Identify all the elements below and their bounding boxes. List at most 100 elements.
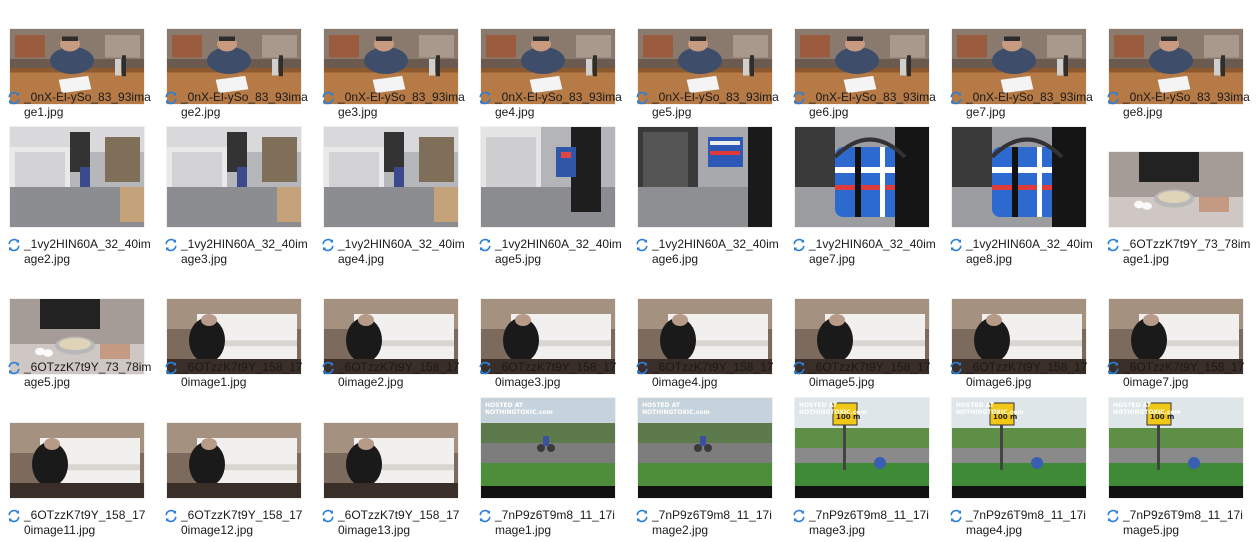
- file-name[interactable]: _1vy2HIN60A_32_40image8.jpg: [966, 237, 1094, 267]
- file-name[interactable]: _7nP9z6T9m8_11_17image4.jpg: [966, 508, 1094, 538]
- file-caption: _0nX-El-ySo_83_93image6.jpg: [791, 90, 937, 120]
- file-name[interactable]: _0nX-El-ySo_83_93image2.jpg: [181, 90, 309, 120]
- file-name[interactable]: _0nX-El-ySo_83_93image1.jpg: [24, 90, 152, 120]
- file-item[interactable]: _6OTzzK7t9Y_158_170image3.jpg: [473, 274, 623, 414]
- file-name[interactable]: _6OTzzK7t9Y_158_170image6.jpg: [966, 360, 1094, 390]
- file-item[interactable]: _1vy2HIN60A_32_40image3.jpg: [159, 127, 309, 267]
- file-item[interactable]: _6OTzzK7t9Y_73_78image1.jpg: [1101, 127, 1251, 267]
- file-name[interactable]: _6OTzzK7t9Y_158_170image12.jpg: [181, 508, 309, 538]
- file-item[interactable]: _1vy2HIN60A_32_40image7.jpg: [787, 127, 937, 267]
- file-name[interactable]: _7nP9z6T9m8_11_17image2.jpg: [652, 508, 780, 538]
- file-item[interactable]: _6OTzzK7t9Y_158_170image4.jpg: [630, 274, 780, 414]
- file-item[interactable]: _6OTzzK7t9Y_158_170image11.jpg: [2, 398, 152, 538]
- file-caption: _6OTzzK7t9Y_158_170image2.jpg: [320, 360, 466, 390]
- svg-text:HOSTED AT: HOSTED AT: [956, 402, 995, 409]
- file-caption: _1vy2HIN60A_32_40image3.jpg: [163, 237, 309, 267]
- file-caption: _0nX-El-ySo_83_93image4.jpg: [477, 90, 623, 120]
- file-item[interactable]: 100 m HOSTED AT NOTHINGTOXIC.com _7nP9z6…: [787, 398, 937, 538]
- file-name[interactable]: _0nX-El-ySo_83_93image4.jpg: [495, 90, 623, 120]
- file-grid: _0nX-El-ySo_83_93image1.jpg _0nX-El-ySo_…: [0, 0, 1258, 542]
- file-name[interactable]: _6OTzzK7t9Y_158_170image3.jpg: [495, 360, 623, 390]
- file-item[interactable]: _0nX-El-ySo_83_93image2.jpg: [159, 4, 309, 144]
- file-item[interactable]: _1vy2HIN60A_32_40image4.jpg: [316, 127, 466, 267]
- file-name[interactable]: _1vy2HIN60A_32_40image7.jpg: [809, 237, 937, 267]
- thumbnail-frame: [167, 398, 301, 498]
- thumbnail-frame: [167, 127, 301, 227]
- file-name[interactable]: _0nX-El-ySo_83_93image8.jpg: [1123, 90, 1251, 120]
- file-item[interactable]: _1vy2HIN60A_32_40image2.jpg: [2, 127, 152, 267]
- sync-icon: [636, 91, 648, 105]
- file-name[interactable]: _1vy2HIN60A_32_40image3.jpg: [181, 237, 309, 267]
- thumbnail-image: 100 m HOSTED AT NOTHINGTOXIC.com: [795, 398, 929, 498]
- file-item[interactable]: _0nX-El-ySo_83_93image6.jpg: [787, 4, 937, 144]
- file-item[interactable]: _6OTzzK7t9Y_158_170image1.jpg: [159, 274, 309, 414]
- file-name[interactable]: _6OTzzK7t9Y_158_170image7.jpg: [1123, 360, 1251, 390]
- thumbnail-image: [481, 127, 615, 227]
- file-name[interactable]: _7nP9z6T9m8_11_17image1.jpg: [495, 508, 623, 538]
- file-item[interactable]: _0nX-El-ySo_83_93image3.jpg: [316, 4, 466, 144]
- file-name[interactable]: _1vy2HIN60A_32_40image6.jpg: [652, 237, 780, 267]
- file-item[interactable]: _6OTzzK7t9Y_158_170image7.jpg: [1101, 274, 1251, 414]
- sync-icon: [165, 238, 177, 252]
- file-name[interactable]: _6OTzzK7t9Y_158_170image1.jpg: [181, 360, 309, 390]
- file-item[interactable]: _1vy2HIN60A_32_40image6.jpg: [630, 127, 780, 267]
- file-item[interactable]: _6OTzzK7t9Y_73_78image5.jpg: [2, 274, 152, 414]
- file-name[interactable]: _6OTzzK7t9Y_158_170image4.jpg: [652, 360, 780, 390]
- file-name[interactable]: _0nX-El-ySo_83_93image7.jpg: [966, 90, 1094, 120]
- thumbnail-frame: [324, 4, 458, 104]
- file-name[interactable]: _6OTzzK7t9Y_158_170image5.jpg: [809, 360, 937, 390]
- file-item[interactable]: 100 m HOSTED AT NOTHINGTOXIC.com _7nP9z6…: [1101, 398, 1251, 538]
- file-name[interactable]: _0nX-El-ySo_83_93image6.jpg: [809, 90, 937, 120]
- sync-icon: [8, 361, 20, 375]
- file-caption: _1vy2HIN60A_32_40image2.jpg: [6, 237, 152, 267]
- file-name[interactable]: _7nP9z6T9m8_11_17image5.jpg: [1123, 508, 1251, 538]
- sync-icon: [793, 91, 805, 105]
- file-item[interactable]: HOSTED AT NOTHINGTOXIC.com _7nP9z6T9m8_1…: [473, 398, 623, 538]
- file-name[interactable]: _0nX-El-ySo_83_93image5.jpg: [652, 90, 780, 120]
- file-item[interactable]: _0nX-El-ySo_83_93image8.jpg: [1101, 4, 1251, 144]
- file-item[interactable]: _6OTzzK7t9Y_158_170image12.jpg: [159, 398, 309, 538]
- thumbnail-image: [324, 423, 458, 498]
- file-name[interactable]: _0nX-El-ySo_83_93image3.jpg: [338, 90, 466, 120]
- file-caption: _1vy2HIN60A_32_40image4.jpg: [320, 237, 466, 267]
- file-item[interactable]: _1vy2HIN60A_32_40image8.jpg: [944, 127, 1094, 267]
- thumbnail-frame: [795, 274, 929, 374]
- svg-text:HOSTED AT: HOSTED AT: [799, 402, 838, 409]
- file-item[interactable]: _6OTzzK7t9Y_158_170image13.jpg: [316, 398, 466, 538]
- file-item[interactable]: _6OTzzK7t9Y_158_170image2.jpg: [316, 274, 466, 414]
- file-name[interactable]: _6OTzzK7t9Y_73_78image1.jpg: [1123, 237, 1251, 267]
- file-caption: _0nX-El-ySo_83_93image1.jpg: [6, 90, 152, 120]
- file-item[interactable]: _0nX-El-ySo_83_93image4.jpg: [473, 4, 623, 144]
- file-name[interactable]: _1vy2HIN60A_32_40image5.jpg: [495, 237, 623, 267]
- file-item[interactable]: _1vy2HIN60A_32_40image5.jpg: [473, 127, 623, 267]
- file-caption: _1vy2HIN60A_32_40image6.jpg: [634, 237, 780, 267]
- file-name[interactable]: _1vy2HIN60A_32_40image4.jpg: [338, 237, 466, 267]
- file-name[interactable]: _6OTzzK7t9Y_158_170image11.jpg: [24, 508, 152, 538]
- thumbnail-frame: [1109, 274, 1243, 374]
- file-item[interactable]: 100 m HOSTED AT NOTHINGTOXIC.com _7nP9z6…: [944, 398, 1094, 538]
- thumbnail-frame: [481, 127, 615, 227]
- sync-icon: [165, 91, 177, 105]
- thumbnail-frame: [638, 4, 772, 104]
- svg-text:NOTHINGTOXIC.com: NOTHINGTOXIC.com: [799, 409, 867, 416]
- sync-icon: [950, 238, 962, 252]
- file-name[interactable]: _6OTzzK7t9Y_73_78image5.jpg: [24, 360, 152, 390]
- svg-text:HOSTED AT: HOSTED AT: [642, 402, 681, 409]
- file-name[interactable]: _1vy2HIN60A_32_40image2.jpg: [24, 237, 152, 267]
- file-item[interactable]: HOSTED AT NOTHINGTOXIC.com _7nP9z6T9m8_1…: [630, 398, 780, 538]
- sync-icon: [322, 361, 334, 375]
- file-item[interactable]: _0nX-El-ySo_83_93image5.jpg: [630, 4, 780, 144]
- file-caption: _1vy2HIN60A_32_40image5.jpg: [477, 237, 623, 267]
- file-item[interactable]: _6OTzzK7t9Y_158_170image5.jpg: [787, 274, 937, 414]
- file-item[interactable]: _6OTzzK7t9Y_158_170image6.jpg: [944, 274, 1094, 414]
- file-name[interactable]: _7nP9z6T9m8_11_17image3.jpg: [809, 508, 937, 538]
- sync-icon: [950, 361, 962, 375]
- thumbnail-frame: HOSTED AT NOTHINGTOXIC.com: [481, 398, 615, 498]
- sync-icon: [950, 509, 962, 523]
- file-item[interactable]: _0nX-El-ySo_83_93image1.jpg: [2, 4, 152, 144]
- thumbnail-frame: [1109, 4, 1243, 104]
- file-name[interactable]: _6OTzzK7t9Y_158_170image2.jpg: [338, 360, 466, 390]
- file-item[interactable]: _0nX-El-ySo_83_93image7.jpg: [944, 4, 1094, 144]
- file-caption: _7nP9z6T9m8_11_17image1.jpg: [477, 508, 623, 538]
- file-name[interactable]: _6OTzzK7t9Y_158_170image13.jpg: [338, 508, 466, 538]
